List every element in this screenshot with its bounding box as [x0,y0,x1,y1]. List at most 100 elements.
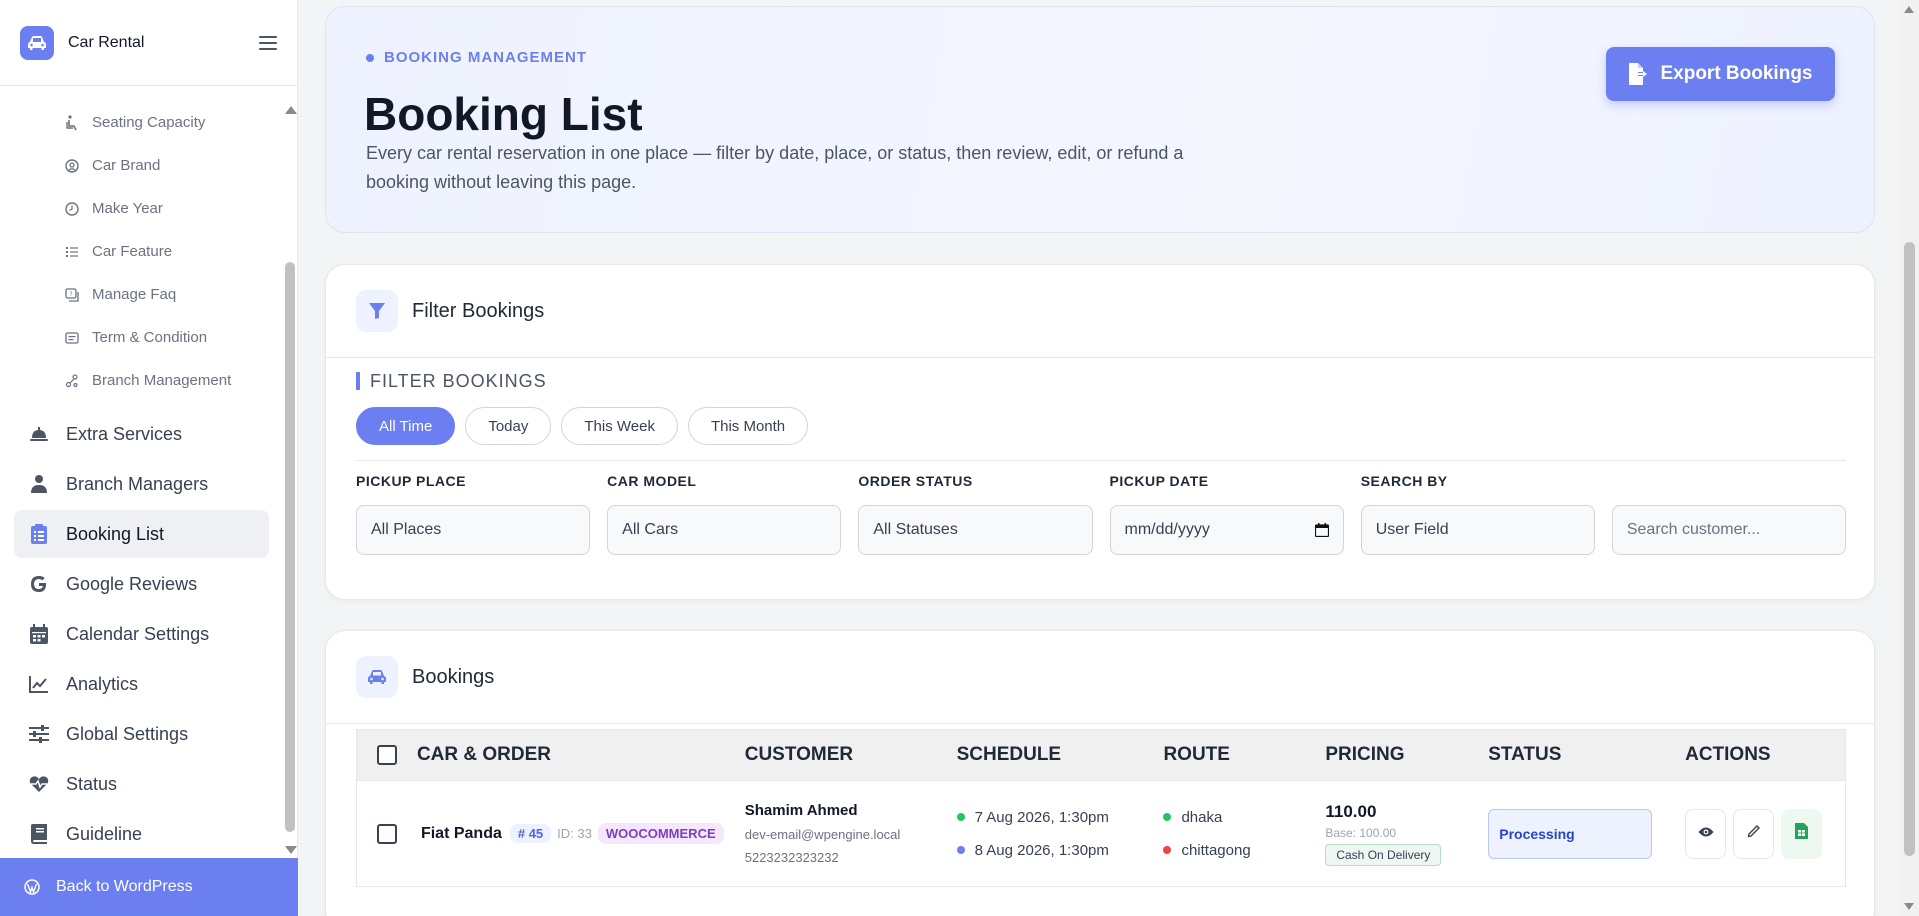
sidebar-item-guideline[interactable]: Guideline [14,810,269,858]
pill-all-time[interactable]: All Time [356,407,456,445]
route-from: dhaka [1181,808,1223,826]
dropoff-time: 8 Aug 2026, 1:30pm [974,841,1109,859]
order-status-select[interactable]: All Statuses [858,505,1093,555]
scrollbar-thumb[interactable] [285,262,295,832]
page-scrollbar[interactable] [1900,0,1919,916]
file-export-icon [1628,63,1648,85]
status-select[interactable]: Processing [1488,808,1653,859]
sidebar-item-seating-capacity[interactable]: Seating Capacity [0,101,283,144]
scroll-up-icon[interactable] [1904,6,1914,13]
schedule-cell: 7 Aug 2026, 1:30pm 8 Aug 2026, 1:30pm [956,809,1164,859]
search-customer-input[interactable]: Search customer... [1611,505,1847,555]
order-number-badge[interactable]: # 45 [509,824,552,843]
scroll-down-icon[interactable] [285,846,297,854]
customer-phone: 5223232323232 [744,850,839,865]
sidebar-item-label: Global Settings [66,723,189,744]
car-logo-icon [20,25,54,60]
dropoff-dot [956,846,965,854]
export-bookings-label: Export Bookings [1660,63,1813,84]
search-label-spacer [1612,473,1846,497]
scroll-up-icon[interactable] [285,106,297,114]
sidebar-item-label: Branch Management [92,372,232,389]
list-icon [64,244,80,260]
sidebar-item-label: Google Reviews [66,573,198,594]
sidebar-item-google-reviews[interactable]: Google Reviews [14,560,269,608]
branch-icon [64,373,80,389]
page-title: Booking List [364,88,643,140]
route-from-line: dhaka [1163,809,1325,826]
order-status-field: ORDER STATUS All Statuses [858,473,1093,555]
pickup-place-label: PICKUP PLACE [356,473,466,489]
sidebar-item-global-settings[interactable]: Global Settings [14,710,269,758]
row-select-cell [357,823,417,844]
sidebar-item-extra-services[interactable]: Extra Services [14,410,269,458]
car-order-cell: Fiat Panda # 45 ID: 33 WOOCOMMERCE [417,823,745,844]
car-icon [356,656,398,698]
sidebar-item-calendar-settings[interactable]: Calendar Settings [14,610,269,658]
car-order-line: Fiat Panda # 45 ID: 33 WOOCOMMERCE [417,823,745,844]
sidebar-item-car-feature[interactable]: Car Feature [0,230,283,273]
page-scrollbar-thumb[interactable] [1904,242,1915,856]
invoice-button[interactable] [1781,808,1823,859]
sidebar-main-menu: Extra Services Branch Managers Booking L… [0,410,283,858]
google-icon [28,573,50,595]
wordpress-icon [24,879,40,895]
sidebar-item-status[interactable]: Status [14,760,269,808]
sidebar-item-booking-list[interactable]: Booking List [14,510,269,558]
pickup-date-input[interactable]: mm/dd/yyyy [1109,505,1344,555]
sidebar-item-analytics[interactable]: Analytics [14,660,269,708]
car-name[interactable]: Fiat Panda [421,825,502,843]
pickup-date-field: PICKUP DATE mm/dd/yyyy [1109,473,1344,555]
pill-this-week[interactable]: This Week [561,407,678,445]
sidebar-item-term-condition[interactable]: Term & Condition [0,316,283,359]
column-header-customer[interactable]: CUSTOMER [745,744,957,766]
sidebar-item-label: Status [66,773,118,794]
filter-card-header: Filter Bookings [326,265,1874,358]
route-to-line: chittagong [1163,842,1325,859]
search-field: Search customer... [1611,473,1847,555]
column-header-car-order[interactable]: CAR & ORDER [417,744,745,766]
column-header-schedule[interactable]: SCHEDULE [957,744,1164,766]
status-cell: Processing [1488,808,1685,859]
sidebar-item-label: Calendar Settings [66,623,210,644]
date-range-pills: All Time Today This Week This Month [356,407,809,445]
select-all-checkbox[interactable] [376,745,397,765]
sidebar-scrollbar[interactable] [283,100,297,858]
column-header-status[interactable]: STATUS [1488,744,1685,766]
sidebar-item-label: Branch Managers [66,473,209,494]
car-model-select[interactable]: All Cars [607,505,842,555]
column-header-route[interactable]: ROUTE [1163,744,1325,766]
sidebar-item-make-year[interactable]: Make Year [0,187,283,230]
main-content: BOOKING MANAGEMENT Booking List Every ca… [298,0,1900,916]
customer-email: dev-email@wpengine.local [744,827,901,842]
sidebar-item-car-brand[interactable]: Car Brand [0,144,283,187]
column-header-pricing[interactable]: PRICING [1325,744,1488,766]
pill-this-month[interactable]: This Month [687,407,809,445]
pickup-date-value: mm/dd/yyyy [1124,521,1210,538]
sidebar-item-branch-management[interactable]: Branch Management [0,359,283,402]
search-by-select[interactable]: User Field [1360,505,1595,555]
scroll-down-icon[interactable] [1904,903,1914,910]
sidebar-item-manage-faq[interactable]: ? Manage Faq [0,273,283,316]
sidebar-item-branch-managers[interactable]: Branch Managers [14,460,269,508]
sidebar-item-label: Analytics [66,673,139,694]
seat-icon [64,114,80,131]
section-tag-label: BOOKING MANAGEMENT [384,49,587,66]
sidebar-item-label: Car Brand [92,157,161,174]
pickup-place-field: PICKUP PLACE All Places [356,473,591,555]
sidebar-item-label: Car Feature [92,243,173,260]
edit-button[interactable] [1733,808,1775,859]
pickup-place-select[interactable]: All Places [356,505,591,555]
bookings-card: Bookings CAR & ORDER CUSTOMER SCHEDULE R… [325,630,1875,916]
booking-id: ID: 33 [557,826,592,841]
calendar-picker-icon[interactable] [1314,523,1329,537]
sidebar-item-label: Extra Services [66,423,183,444]
menu-toggle-icon[interactable] [259,35,277,50]
pill-today[interactable]: Today [465,407,552,445]
bookings-table: CAR & ORDER CUSTOMER SCHEDULE ROUTE PRIC… [356,729,1846,887]
export-bookings-button[interactable]: Export Bookings [1606,47,1835,101]
row-checkbox[interactable] [376,823,397,844]
back-to-wordpress-link[interactable]: Back to WordPress [0,858,298,916]
view-button[interactable] [1685,808,1727,859]
filter-icon [356,290,398,332]
